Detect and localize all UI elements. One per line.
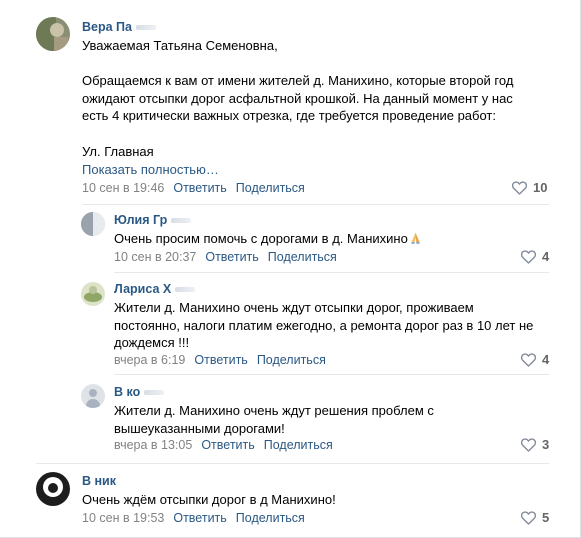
comment-text-line: Жители д. Манихино очень ждут решения пр… (114, 403, 434, 418)
comment-date[interactable]: вчера в 6:19 (114, 353, 185, 367)
redaction (171, 218, 192, 224)
separator (114, 374, 549, 375)
separator (114, 272, 549, 273)
folded-hands-emoji (411, 232, 420, 244)
reply-button[interactable]: Ответить (194, 353, 247, 367)
comment-text-line: Жители д. Манихино очень ждут отсыпки до… (114, 300, 474, 315)
share-button[interactable]: Поделиться (268, 250, 337, 264)
comment-text-line: вышеуказанными дорогами! (114, 420, 285, 436)
like-count: 4 (542, 249, 550, 264)
comment-meta: 10 сен в 20:37 Ответить Поделиться (114, 250, 337, 264)
comment-text-line: Ул. Главная (82, 144, 154, 159)
heart-outline-icon (511, 181, 528, 195)
redaction (135, 25, 156, 31)
reply-button[interactable]: Ответить (205, 250, 258, 264)
redaction (144, 390, 165, 396)
comment-author[interactable]: Юлия Гр (114, 213, 192, 227)
comment-text-line: есть 4 критически важных отрезка, где тр… (82, 108, 496, 123)
comment-author[interactable]: В ко (114, 385, 165, 399)
comment-meta: вчера в 6:19 Ответить Поделиться (114, 353, 326, 367)
avatar[interactable] (81, 212, 105, 236)
comment-text-line: дождемся !!! (114, 335, 190, 350)
comment-meta: 10 сен в 19:46 Ответить Поделиться (82, 181, 305, 195)
like-button[interactable]: 4 (520, 352, 549, 367)
comment-text: Очень ждём отсыпки дорог в д Манихино! (82, 492, 336, 507)
avatar[interactable] (81, 384, 105, 408)
author-name[interactable]: В ко (114, 385, 140, 399)
comment-text: Очень просим помочь с дорогами в д. Мани… (114, 230, 422, 248)
like-button[interactable]: 5 (520, 510, 549, 525)
comment-date[interactable]: 10 сен в 19:46 (82, 181, 164, 195)
avatar[interactable] (36, 472, 70, 506)
author-name[interactable]: Лариса Х (114, 282, 171, 296)
comment-meta: вчера в 13:05 Ответить Поделиться (114, 438, 333, 452)
comment-author[interactable]: Вера Па (82, 20, 156, 34)
like-button[interactable]: 3 (520, 437, 549, 452)
comment-date[interactable]: 10 сен в 20:37 (114, 250, 196, 264)
separator (82, 204, 549, 205)
share-button[interactable]: Поделиться (257, 353, 326, 367)
share-button[interactable]: Поделиться (264, 438, 333, 452)
like-button[interactable]: 10 (511, 180, 547, 195)
comment-text: Уважаемая Татьяна Семеновна, (82, 38, 278, 53)
comment-text-line: Обращаемся к вам от имени жителей д. Ман… (82, 73, 514, 88)
comment-text-line: постоянно, налоги платим ежегодно, а рем… (114, 317, 534, 333)
comment-date[interactable]: вчера в 13:05 (114, 438, 192, 452)
share-button[interactable]: Поделиться (236, 511, 305, 525)
comment-author[interactable]: Лариса Х (114, 282, 196, 296)
show-more-link[interactable]: Показать полностью… (82, 162, 219, 177)
reply-button[interactable]: Ответить (173, 511, 226, 525)
comment-text-line: ожидают отсыпки дорог асфальтной крошкой… (82, 90, 513, 106)
avatar[interactable] (36, 17, 70, 51)
heart-outline-icon (520, 438, 537, 452)
comment-date[interactable]: 10 сен в 19:53 (82, 511, 164, 525)
avatar[interactable] (81, 282, 105, 306)
like-button[interactable]: 4 (520, 249, 549, 264)
reply-button[interactable]: Ответить (201, 438, 254, 452)
share-button[interactable]: Поделиться (236, 181, 305, 195)
comment-meta: 10 сен в 19:53 Ответить Поделиться (82, 511, 305, 525)
redaction (175, 287, 196, 293)
author-name[interactable]: Вера Па (82, 20, 132, 34)
author-name[interactable]: Юлия Гр (114, 213, 167, 227)
comment-author[interactable]: В ник (82, 474, 116, 488)
separator (36, 463, 549, 464)
like-count: 3 (542, 437, 550, 452)
heart-outline-icon (520, 353, 537, 367)
author-name[interactable]: В ник (82, 474, 116, 488)
heart-outline-icon (520, 250, 537, 264)
like-count: 10 (533, 180, 548, 195)
like-count: 4 (542, 352, 550, 367)
like-count: 5 (542, 510, 550, 525)
reply-button[interactable]: Ответить (173, 181, 226, 195)
heart-outline-icon (520, 511, 537, 525)
